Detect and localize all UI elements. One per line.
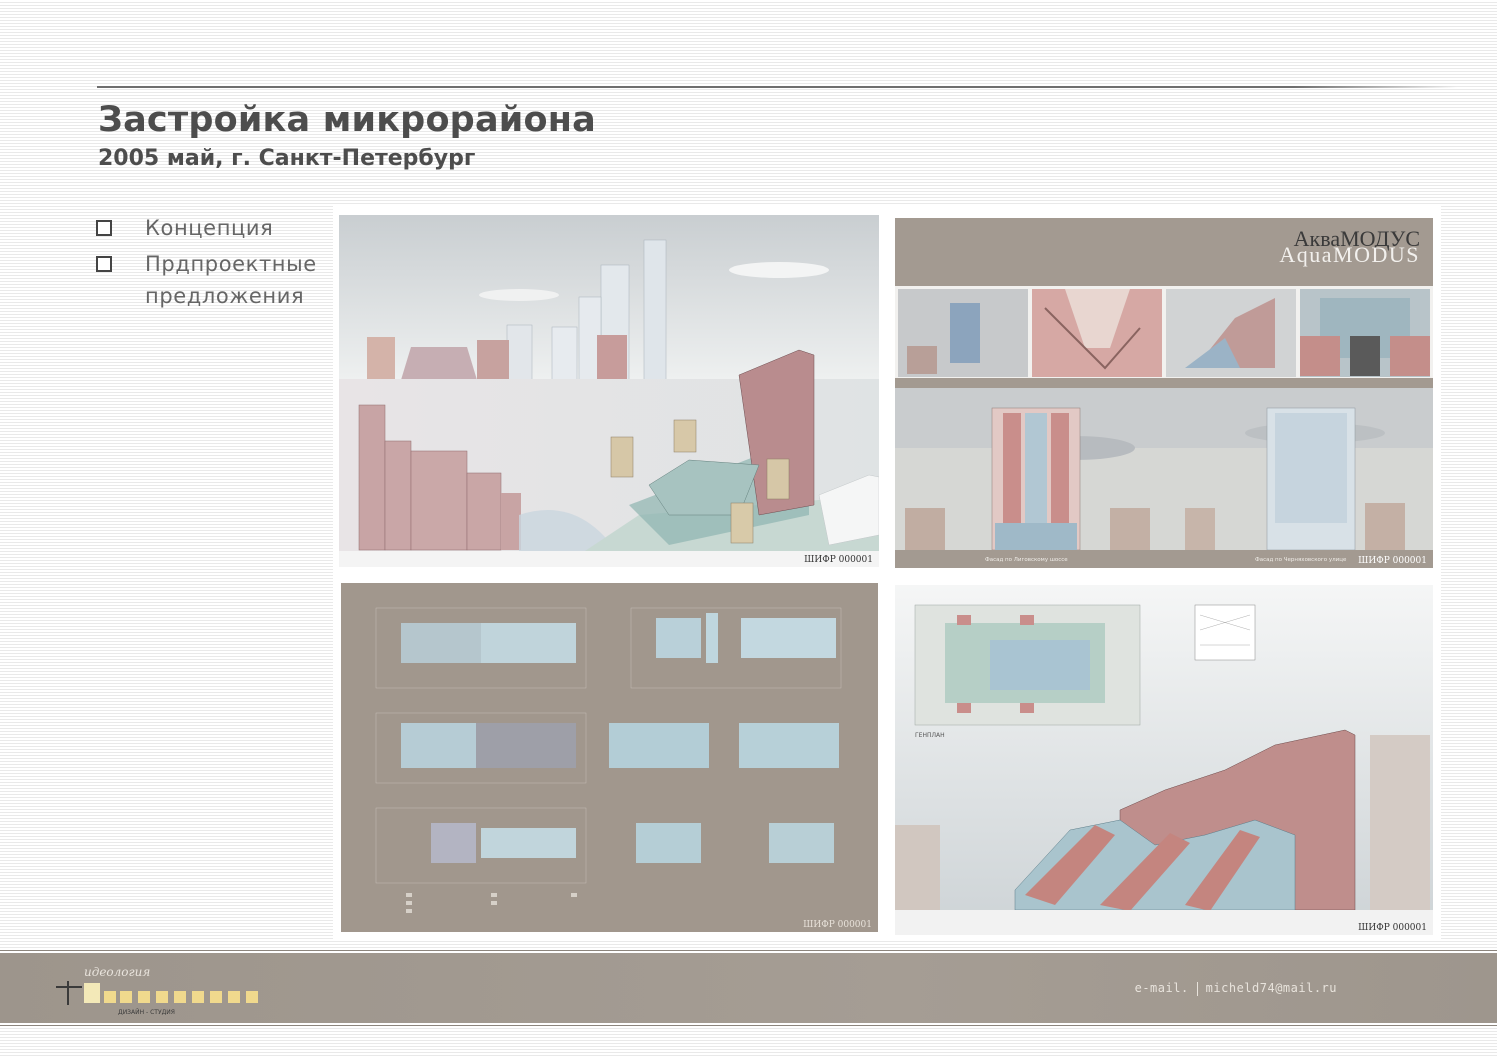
plan-label: ГЕНПЛАН: [915, 732, 945, 739]
page-title: Застройка микрорайона: [98, 100, 596, 140]
studio-logo-icon: идеология ДИЗАЙН - СТУДИЯ: [56, 965, 258, 1016]
aquamodus-facades-image: АкваМОДУС AquaMODUS Фасад по Лиговскому …: [895, 218, 1433, 568]
svg-text:ДИЗАЙН - СТУДИЯ: ДИЗАЙН - СТУДИЯ: [118, 1009, 175, 1016]
brand-en: AquaMODUS: [1279, 242, 1420, 267]
header-rule: [97, 86, 1457, 88]
facade-caption-left: Фасад по Лиговскому шоссе: [985, 557, 1068, 563]
menu-item-concept[interactable]: Концепция: [96, 212, 336, 244]
studio-logo: идеология ДИЗАЙН - СТУДИЯ: [56, 961, 271, 1017]
facade-caption-right: Фасад по Черняховского улице: [1255, 557, 1347, 563]
email-label: e-mail.: [1134, 981, 1189, 995]
panel-cipher: ШИФР 000001: [1358, 556, 1427, 566]
floor-plans-image: [341, 583, 878, 932]
concept-render-image: [339, 215, 879, 567]
email-address[interactable]: micheld74@mail.ru: [1206, 981, 1337, 995]
masterplan-render-image: ГЕНПЛАН: [895, 585, 1433, 935]
panel-cipher: ШИФР 000001: [1358, 923, 1427, 933]
panel-concept-render[interactable]: ШИФР 000001: [339, 215, 879, 567]
panel-cipher: ШИФР 000001: [803, 920, 872, 930]
checkbox-icon: [96, 220, 112, 236]
menu-item-label: Концепция: [145, 216, 274, 240]
email-separator: [1196, 981, 1198, 996]
checkbox-icon: [96, 256, 112, 272]
svg-text:идеология: идеология: [84, 965, 150, 979]
footer-email[interactable]: e-mail. micheld74@mail.ru: [1135, 981, 1337, 996]
panel-aquamodus-facades[interactable]: АкваМОДУС AquaMODUS Фасад по Лиговскому …: [895, 218, 1433, 568]
panel-cipher: ШИФР 000001: [804, 555, 873, 565]
menu-item-label: Прдпроектные предложения: [145, 252, 317, 308]
footer-bar: идеология ДИЗАЙН - СТУДИЯ e-mail. micheld…: [0, 950, 1497, 1026]
page-subtitle: 2005 май, г. Санкт-Петербург: [98, 146, 476, 171]
menu-item-proposals[interactable]: Прдпроектные предложения: [96, 248, 336, 312]
panel-floor-plans[interactable]: ШИФР 000001: [341, 583, 878, 932]
panel-masterplan-render[interactable]: ГЕНПЛАН ШИФР 000001: [895, 585, 1433, 935]
side-menu: Концепция Прдпроектные предложения: [96, 212, 336, 316]
